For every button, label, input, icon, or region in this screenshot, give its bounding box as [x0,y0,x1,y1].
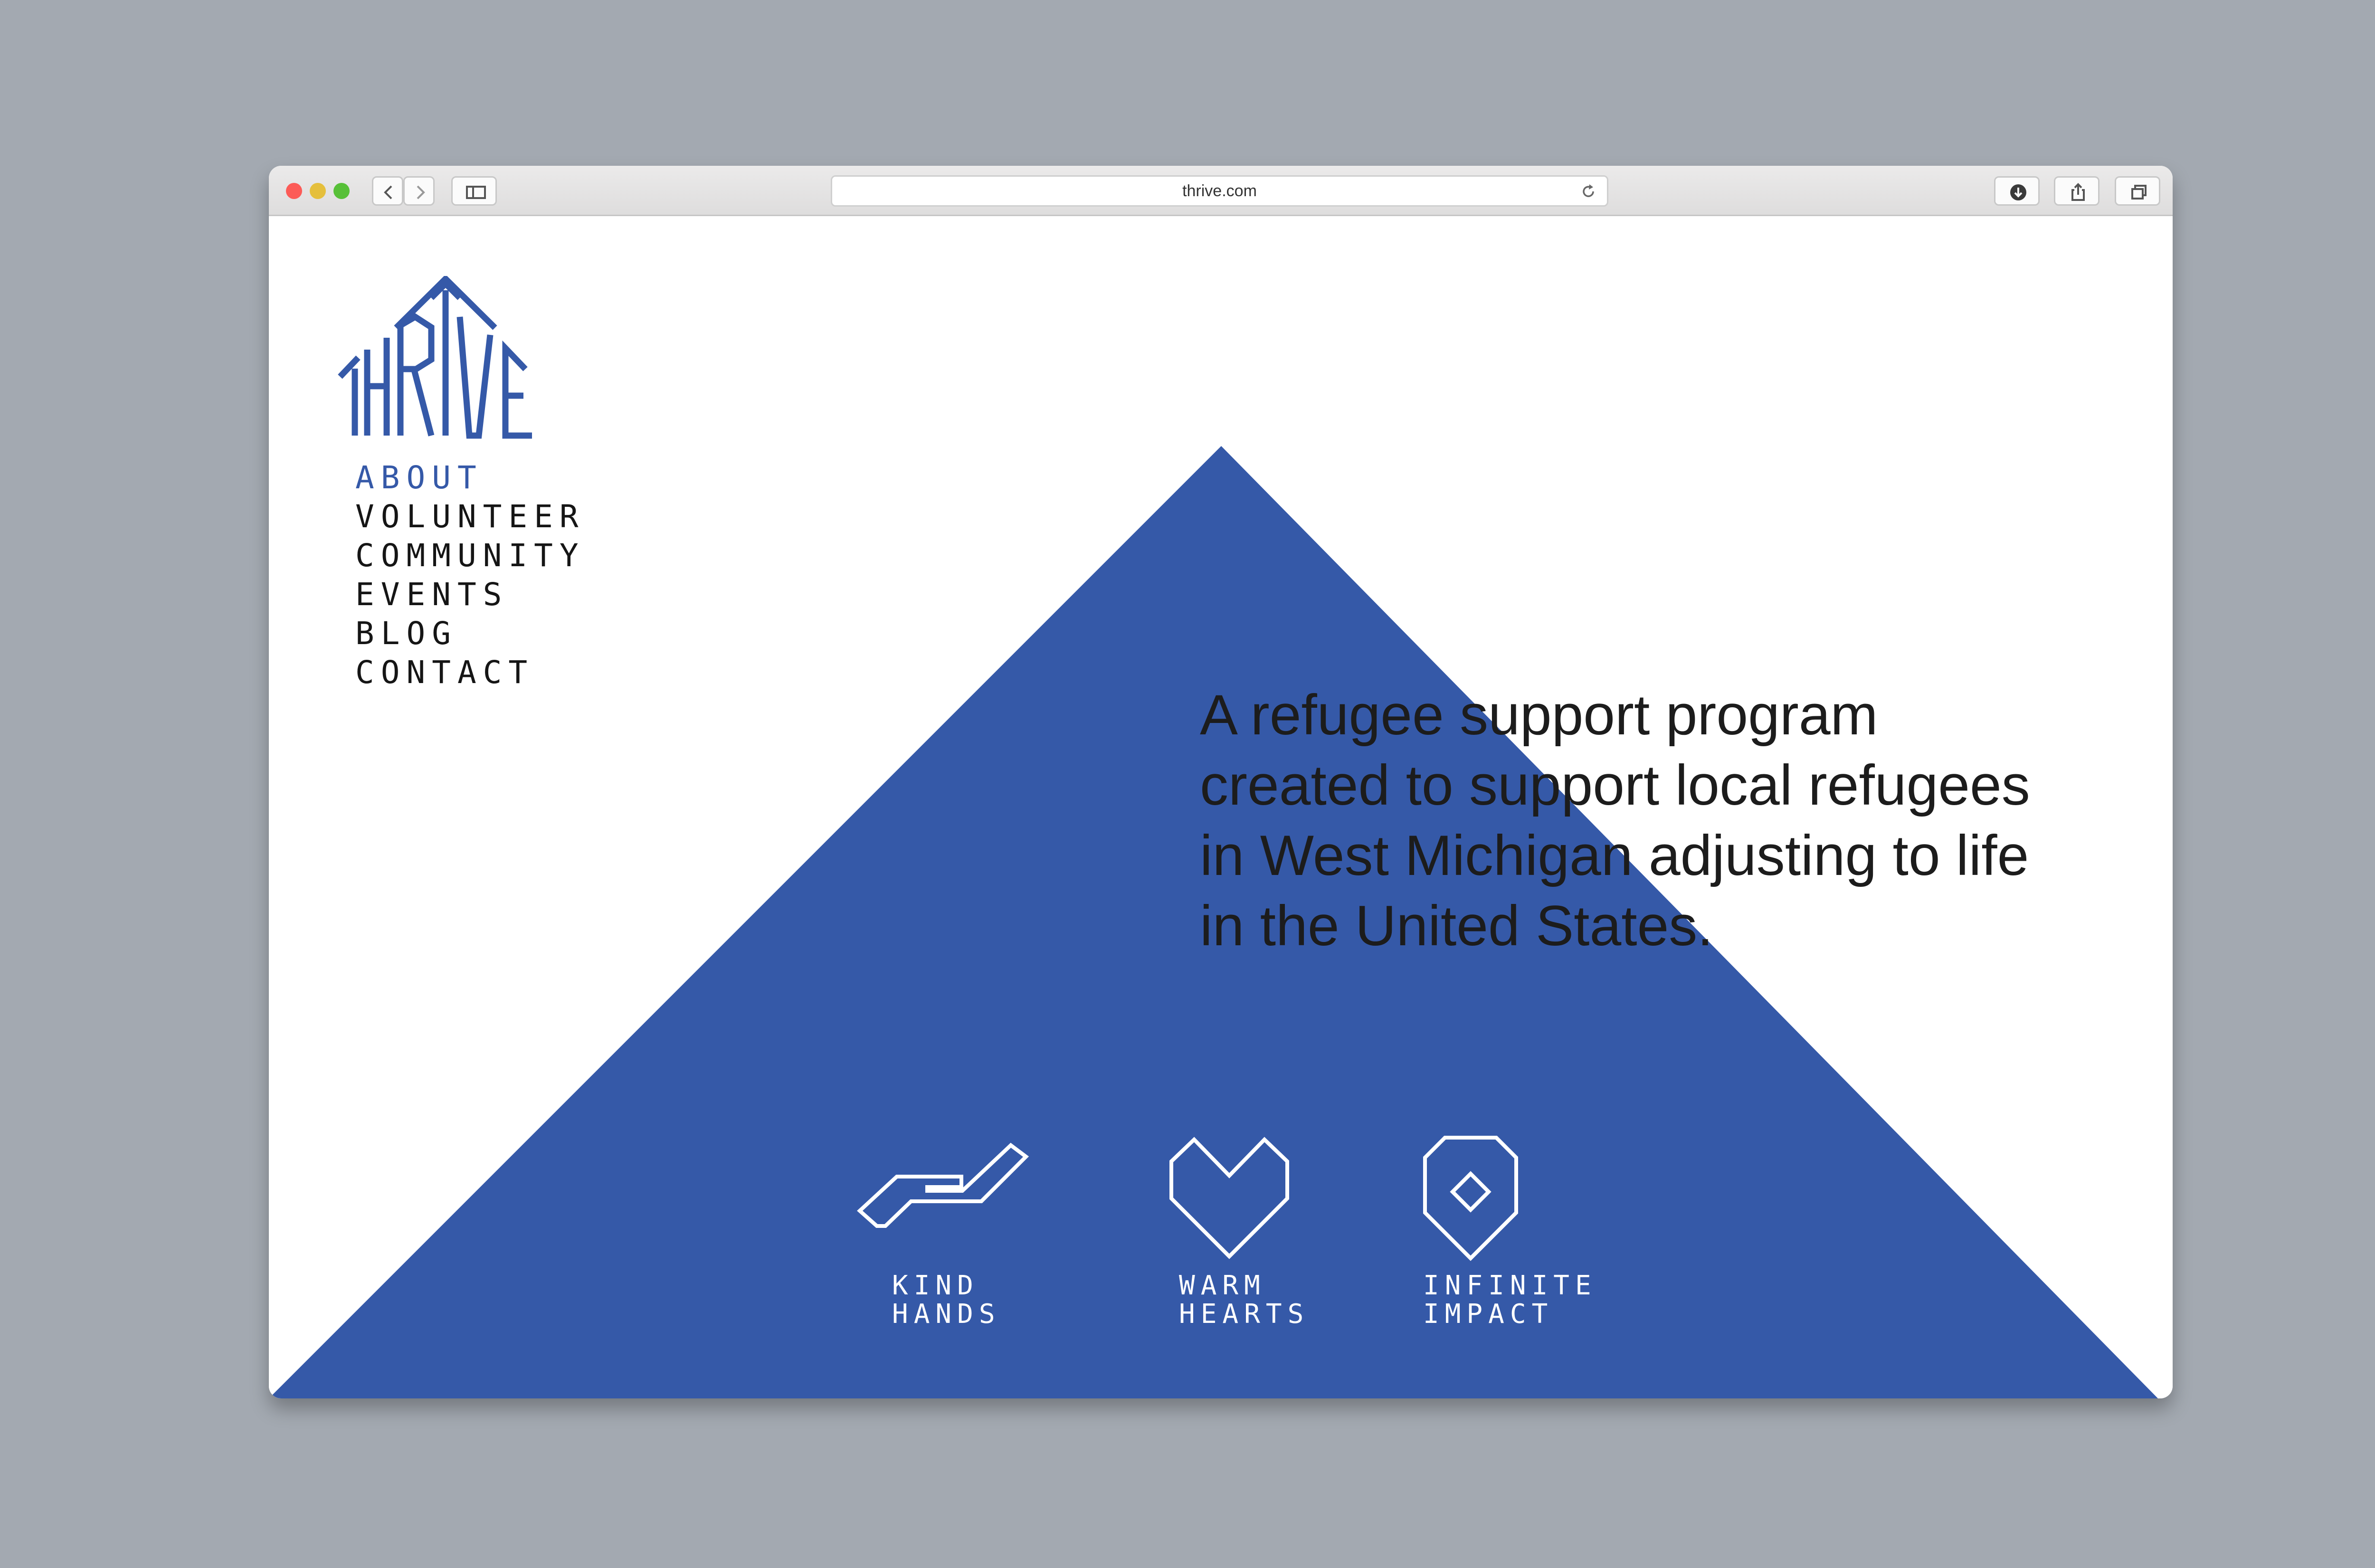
tagline-line: in the United States. [1200,894,1713,958]
browser-window: thrive.com ABOUT VOLUNTEER COMMUNITY EVE… [269,166,2173,1398]
tabs-overview-button[interactable] [2115,176,2160,206]
forward-button[interactable] [403,176,435,206]
address-bar[interactable]: thrive.com [831,175,1608,207]
url-text: thrive.com [1182,182,1257,200]
feature-label: WARM HEARTS [1179,1270,1310,1330]
nav-item-about[interactable]: ABOUT [355,458,585,497]
back-button[interactable] [372,176,403,206]
nav-item-events[interactable]: EVENTS [355,575,585,614]
tabs-icon [2131,185,2147,200]
feature-label: INFINITE IMPACT [1423,1270,1597,1330]
hero-tagline: A refugee support program created to sup… [1200,680,2102,961]
hand-icon [857,1142,1029,1228]
thrive-logo [338,276,532,439]
location-pin-icon [1423,1136,1518,1261]
nav-item-volunteer[interactable]: VOLUNTEER [355,497,585,536]
nav-item-blog[interactable]: BLOG [355,614,585,653]
share-icon [2071,183,2085,201]
nav-item-community[interactable]: COMMUNITY [355,536,585,575]
share-button[interactable] [2054,176,2100,206]
sidebar-toggle-button[interactable] [451,176,497,206]
heart-icon [1169,1137,1289,1259]
minimize-window-button[interactable] [310,183,326,199]
tagline-line: in West Michigan adjusting to life [1200,824,2029,887]
feature-label: KIND HANDS [892,1270,1001,1330]
chevron-right-icon [417,185,425,200]
main-nav: ABOUT VOLUNTEER COMMUNITY EVENTS BLOG CO… [355,458,585,692]
tagline-line: created to support local refugees [1200,753,2030,817]
downloads-button[interactable] [1994,176,2040,206]
nav-item-contact[interactable]: CONTACT [355,653,585,692]
reload-icon[interactable] [1580,183,1596,200]
zoom-window-button[interactable] [333,183,350,199]
browser-toolbar: thrive.com [269,166,2173,216]
page-content: ABOUT VOLUNTEER COMMUNITY EVENTS BLOG CO… [269,216,2173,1398]
chevron-left-icon [384,185,392,200]
sidebar-icon [466,186,486,199]
download-icon [2010,184,2026,200]
close-window-button[interactable] [286,183,302,199]
tagline-line: A refugee support program [1200,683,1878,747]
